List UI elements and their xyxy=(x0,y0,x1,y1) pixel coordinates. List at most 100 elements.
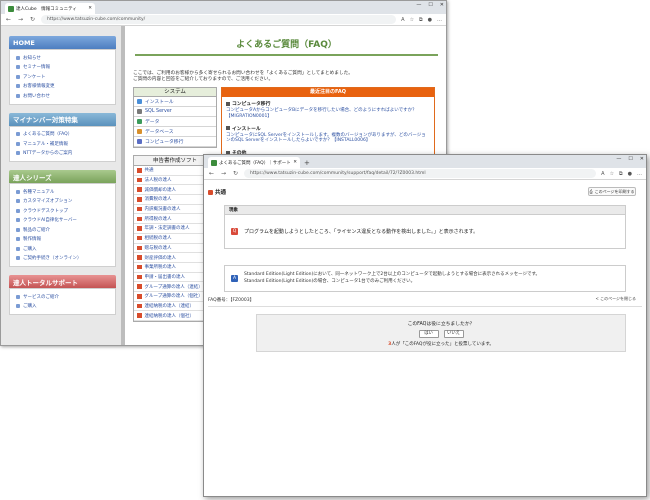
read-aloud-icon[interactable]: A xyxy=(401,17,404,23)
close-tab-icon[interactable]: ✕ xyxy=(293,160,297,165)
page-title: よくあるご質問（FAQ） xyxy=(135,32,438,56)
featured-faq-link[interactable]: コンピュータAからコンピュータBにデータを移行したい場合、どのようにすればよいで… xyxy=(226,108,430,120)
sidebar-item[interactable]: アンケート xyxy=(16,72,112,82)
maximize-icon[interactable]: ☐ xyxy=(428,2,432,8)
sidebar-item[interactable]: カスタマイズオプション xyxy=(16,197,112,207)
close-page-link[interactable]: < このページを閉じる xyxy=(595,296,636,302)
featured-faq-item: コンピュータ移行 コンピュータAからコンピュータBにデータを移行したい場合、どのよ… xyxy=(222,97,434,122)
sidebar-item[interactable]: お客様情報変更 xyxy=(16,82,112,92)
browser-tab[interactable]: よくあるご質問（FAQ）｜サポート ✕ xyxy=(208,157,300,168)
favicon-icon xyxy=(211,159,217,166)
system-category-item[interactable]: データベース xyxy=(134,127,216,137)
close-icon[interactable]: ✕ xyxy=(440,2,444,8)
print-page-button[interactable]: ⎙ このページを印刷する xyxy=(588,187,636,196)
print-icon: ⎙ xyxy=(589,189,593,194)
sidebar-item-label: NTTデータからのご案内 xyxy=(23,151,73,157)
tax-software-label: 法人税の達人 xyxy=(144,178,172,184)
sidebar-item[interactable]: お知らせ xyxy=(16,53,112,63)
sidebar-item[interactable]: クラウドAI自律化サーバー xyxy=(16,216,112,226)
sidebar-scrollbar[interactable] xyxy=(121,26,125,345)
bullet-icon xyxy=(16,65,20,70)
answer-line: Standard Edition(Light Edition)の場合、コンピュー… xyxy=(244,278,416,284)
favorite-star-icon[interactable]: ☆ xyxy=(410,17,414,23)
sidebar-item[interactable]: お問い合わせ xyxy=(16,91,112,101)
sidebar-item[interactable]: よくあるご質問（FAQ） xyxy=(16,130,112,140)
refresh-icon[interactable]: ↻ xyxy=(29,16,36,23)
sidebar-item[interactable]: 製作情報 xyxy=(16,235,112,245)
helpful-suffix: 人が「このFAQが役に立った」と投票しています。 xyxy=(391,342,494,347)
system-header: システム xyxy=(134,88,216,97)
browser-tab[interactable]: 達人Cube 情報コミュニティ ✕ xyxy=(5,3,95,14)
sidebar-item[interactable]: ご購入 xyxy=(16,244,112,254)
sidebar-item-label: お問い合わせ xyxy=(23,93,50,99)
sidebar-item[interactable]: マニュアル・補足情報 xyxy=(16,139,112,149)
tax-software-label: 消費税の達人 xyxy=(144,197,172,203)
bullet-icon xyxy=(16,256,20,261)
minimize-icon[interactable]: — xyxy=(416,2,421,8)
tab-bar: よくあるご質問（FAQ）｜サポート ✕ + — ☐ ✕ xyxy=(204,155,646,168)
browser-window-front[interactable]: よくあるご質問（FAQ）｜サポート ✕ + — ☐ ✕ ← → ↻ https:… xyxy=(203,154,647,497)
url-input[interactable]: https://www.tatsuzin-cube.com/community/… xyxy=(244,169,597,178)
sidebar-item[interactable]: ご契約手続き（オンライン） xyxy=(16,254,112,264)
url-input[interactable]: https://www.tatsuzin-cube.com/community/ xyxy=(41,15,397,24)
system-category-item[interactable]: コンピュータ移行 xyxy=(134,137,216,147)
bullet-icon xyxy=(16,74,20,79)
sidebar-list: サービスのご紹介ご購入 xyxy=(9,288,116,315)
category-icon xyxy=(137,129,142,134)
featured-faq-box: 最近注目のFAQ コンピュータ移行 コンピュータAからコンピュータBにデータを移行… xyxy=(221,87,435,161)
collections-icon[interactable]: ⧉ xyxy=(619,171,623,177)
collections-icon[interactable]: ⧉ xyxy=(419,17,423,23)
bullet-icon xyxy=(16,237,20,242)
back-icon[interactable]: ← xyxy=(5,16,12,23)
new-tab-icon[interactable]: + xyxy=(304,159,310,167)
forward-icon[interactable]: → xyxy=(17,16,24,23)
sidebar-list: お知らせ セミナー情報 アンケート お客様情報変更 お問い合わせ xyxy=(9,49,116,105)
answer-icon: A xyxy=(231,275,238,282)
close-icon[interactable]: ✕ xyxy=(640,156,644,162)
refresh-icon[interactable]: ↻ xyxy=(232,170,239,177)
back-icon[interactable]: ← xyxy=(208,170,215,177)
sidebar-item[interactable]: サービスのご紹介 xyxy=(16,292,112,302)
forward-icon[interactable]: → xyxy=(220,170,227,177)
category-heading: 共通 xyxy=(208,188,226,196)
yes-button[interactable]: はい xyxy=(418,330,439,338)
sidebar-section-title[interactable]: HOME xyxy=(9,36,116,49)
profile-icon[interactable]: ● xyxy=(628,171,632,177)
sidebar-item[interactable]: NTTデータからのご案内 xyxy=(16,149,112,159)
system-category-item[interactable]: インストール xyxy=(134,97,216,107)
minimize-icon[interactable]: — xyxy=(616,156,621,162)
category-icon xyxy=(208,189,213,195)
tax-software-label: 減価償却の達人 xyxy=(144,187,177,193)
favorite-star-icon[interactable]: ☆ xyxy=(610,171,614,177)
software-icon xyxy=(137,197,142,202)
bullet-icon xyxy=(16,141,20,146)
sidebar-item[interactable]: セミナー情報 xyxy=(16,63,112,73)
tax-software-label: 共通 xyxy=(144,168,154,174)
tax-software-label: グループ通算の達人（個社） xyxy=(144,294,203,300)
sidebar-item-label: サービスのご紹介 xyxy=(23,294,59,300)
sidebar-item[interactable]: 製品のご紹介 xyxy=(16,225,112,235)
tax-software-label: 贈与税の達人 xyxy=(144,245,172,251)
question-text: プログラムを起動しようとしたところ、「ライセンス違反となる動作を検出しました。」… xyxy=(244,229,479,235)
sidebar-item[interactable]: 各種マニュアル xyxy=(16,187,112,197)
system-category-item[interactable]: SQL Server xyxy=(134,107,216,117)
menu-dots-icon[interactable]: … xyxy=(437,17,442,23)
sidebar-section-title[interactable]: マイナンバー対策特集 xyxy=(9,112,116,126)
close-tab-icon[interactable]: ✕ xyxy=(88,6,92,11)
category-label: 共通 xyxy=(215,190,227,196)
system-category-item[interactable]: データ xyxy=(134,117,216,127)
profile-icon[interactable]: ● xyxy=(428,17,432,23)
featured-faq-link[interactable]: コンピュータにSQL Serverをインストールします。複数のバージョンがありま… xyxy=(226,133,430,145)
maximize-icon[interactable]: ☐ xyxy=(628,156,632,162)
read-aloud-icon[interactable]: A xyxy=(601,171,604,177)
sidebar-item-label: ご購入 xyxy=(23,246,37,252)
sidebar-item[interactable]: クラウドデスクトップ xyxy=(16,206,112,216)
sidebar-section-title[interactable]: 達人トータルサポート xyxy=(9,275,116,288)
sidebar-item[interactable]: ご購入 xyxy=(16,302,112,312)
menu-dots-icon[interactable]: … xyxy=(637,171,642,177)
square-bullet-icon xyxy=(226,126,230,131)
sidebar-section-title[interactable]: 達人シリーズ xyxy=(9,170,116,183)
bullet-icon xyxy=(16,304,20,309)
software-icon xyxy=(137,168,142,173)
no-button[interactable]: いいえ xyxy=(443,330,464,338)
